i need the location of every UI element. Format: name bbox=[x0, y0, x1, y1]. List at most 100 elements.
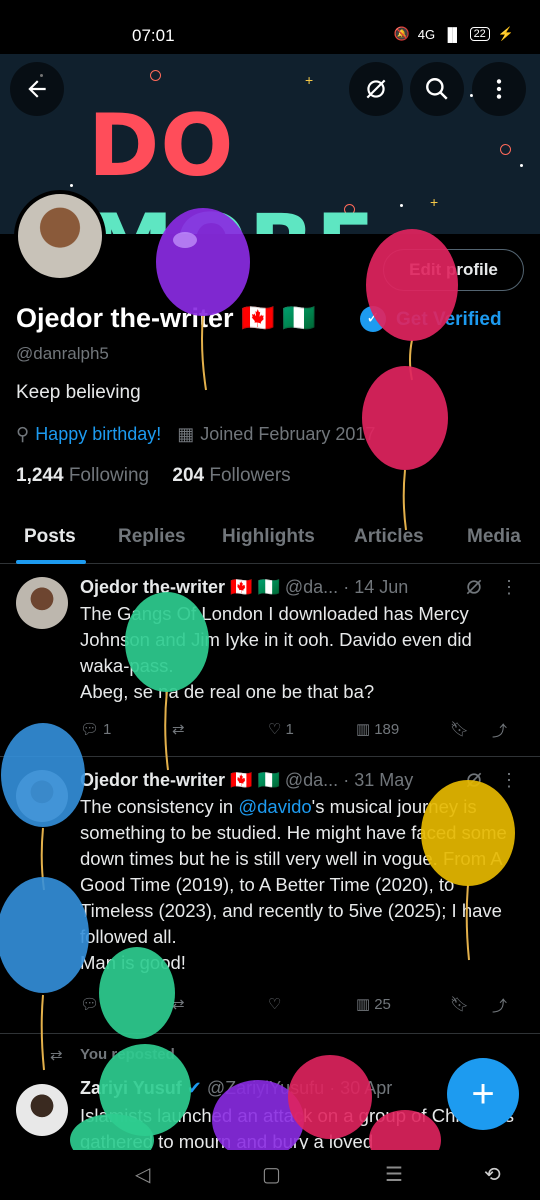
tab-articles[interactable]: Articles bbox=[354, 526, 424, 548]
post-text: The Gangs Of London I downloaded has Mer… bbox=[80, 603, 472, 702]
following-count: 1,244 bbox=[16, 465, 64, 486]
reply-button[interactable]: 💬︎ 1 bbox=[80, 720, 111, 739]
bookmark-button[interactable]: 🔖︎ bbox=[450, 995, 469, 1013]
profile-flags: 🇨🇦 🇳🇬 bbox=[241, 303, 316, 333]
following-link[interactable]: 1,244 Following bbox=[16, 465, 149, 486]
post-card[interactable]: Ojedor the-writer 🇨🇦 🇳🇬 @da... · 14 Jun … bbox=[0, 565, 540, 757]
grok-icon[interactable] bbox=[464, 577, 484, 597]
post-actions: 💬︎ 1 ⇄ ♡ 1 ▥ 189 🔖︎ ⤴ bbox=[80, 720, 520, 744]
post-author-flags: 🇨🇦 🇳🇬 bbox=[230, 577, 280, 597]
profile-name: Ojedor the-writer 🇨🇦 🇳🇬 bbox=[16, 302, 316, 334]
views-button[interactable]: ▥ 25 bbox=[356, 995, 391, 1014]
tab-highlights[interactable]: Highlights bbox=[222, 526, 315, 548]
followers-link[interactable]: 204 Followers bbox=[172, 465, 290, 486]
share-icon: ⤴ bbox=[492, 723, 508, 740]
more-vertical-icon bbox=[496, 79, 502, 99]
views-icon: ▥ bbox=[356, 721, 371, 738]
share-button[interactable]: ⤴ bbox=[492, 995, 507, 1016]
verified-badge-icon: ✓ bbox=[360, 306, 386, 332]
like-count: 1 bbox=[285, 720, 294, 738]
nav-menu-icon[interactable]: ☰ bbox=[385, 1162, 403, 1187]
post-header: Ojedor the-writer 🇨🇦 🇳🇬 @da... · 31 May bbox=[80, 770, 413, 791]
grok-icon[interactable] bbox=[464, 770, 484, 790]
following-label: Following bbox=[68, 465, 150, 486]
profile-meta: ⚲ Happy birthday! ▦ Joined February 2017 bbox=[16, 424, 375, 445]
banner-title-more: MORE bbox=[88, 196, 376, 234]
post-avatar[interactable] bbox=[16, 577, 68, 629]
get-verified-link[interactable]: Get Verified bbox=[396, 309, 502, 331]
post-text-after: 's musical journey is something to be st… bbox=[80, 796, 507, 973]
tab-posts[interactable]: Posts bbox=[24, 526, 76, 548]
post-handle: @da... bbox=[284, 770, 339, 790]
profile-bio: Keep believing bbox=[16, 382, 141, 403]
rotate-icon[interactable]: ⟲ bbox=[484, 1162, 501, 1187]
tab-media[interactable]: Media bbox=[467, 526, 521, 548]
like-button[interactable]: ♡ 1 bbox=[268, 720, 294, 739]
post-date: · 30 Apr bbox=[329, 1078, 393, 1098]
signal-icon: ▐▌ bbox=[443, 26, 462, 42]
system-nav-bar: ◁ ▢ ☰ ⟲ bbox=[0, 1150, 540, 1200]
follow-stats: 1,244 Following 204 Followers bbox=[16, 465, 291, 487]
status-icons: 🔕 4G ▐▌ 22 ⚡ bbox=[394, 26, 514, 42]
network-label: 4G bbox=[417, 26, 436, 42]
bookmark-button[interactable]: 🔖︎ bbox=[450, 720, 469, 738]
mention-link[interactable]: @davido bbox=[238, 796, 311, 817]
post-text-before: The consistency in bbox=[80, 796, 239, 817]
profile-tabs: Posts Replies Highlights Articles Media bbox=[0, 520, 540, 564]
post-avatar[interactable] bbox=[16, 770, 68, 822]
profile-handle: @danralph5 bbox=[16, 344, 109, 363]
tab-replies[interactable]: Replies bbox=[118, 526, 186, 548]
post-card[interactable]: Ojedor the-writer 🇨🇦 🇳🇬 @da... · 31 May … bbox=[0, 758, 540, 1034]
profile-name-text: Ojedor the-writer bbox=[16, 303, 234, 333]
active-tab-indicator bbox=[16, 560, 86, 564]
post-more-icon[interactable]: ⋮ bbox=[500, 770, 518, 791]
balloon-red bbox=[362, 366, 448, 531]
profile-avatar[interactable] bbox=[14, 190, 106, 282]
search-button[interactable] bbox=[410, 62, 464, 116]
nav-home-icon[interactable]: ▢ bbox=[262, 1162, 281, 1187]
views-button[interactable]: ▥ 189 bbox=[356, 720, 400, 739]
post-author[interactable]: Ojedor the-writer bbox=[80, 577, 225, 597]
like-button[interactable]: ♡ bbox=[268, 995, 285, 1013]
banner-plus: + bbox=[305, 72, 314, 88]
profile-joined: Joined February 2017 bbox=[200, 424, 376, 444]
view-count: 189 bbox=[374, 720, 400, 738]
status-time: 07:01 bbox=[132, 26, 175, 45]
post-date: · 14 Jun bbox=[343, 577, 409, 597]
more-options-button[interactable] bbox=[472, 62, 526, 116]
heart-icon: ♡ bbox=[268, 721, 282, 738]
reply-button[interactable]: 💬︎ bbox=[80, 995, 103, 1013]
compose-post-button[interactable]: + bbox=[447, 1058, 519, 1130]
post-author[interactable]: Zariyi Yusuf bbox=[80, 1078, 182, 1098]
post-handle: @da... bbox=[284, 577, 339, 597]
followers-label: Followers bbox=[209, 465, 291, 486]
followers-count: 204 bbox=[172, 465, 205, 486]
view-count: 25 bbox=[374, 995, 391, 1013]
profile-location[interactable]: Happy birthday! bbox=[35, 424, 161, 445]
status-bar: 07:01 🔕 4G ▐▌ 22 ⚡ bbox=[0, 0, 540, 54]
post-author[interactable]: Ojedor the-writer bbox=[80, 770, 225, 790]
location-icon: ⚲ bbox=[16, 424, 30, 444]
post-date: · 31 May bbox=[343, 770, 414, 790]
post-avatar[interactable] bbox=[16, 1084, 68, 1136]
grok-button[interactable] bbox=[349, 62, 403, 116]
repost-button[interactable]: ⇄ bbox=[172, 720, 185, 738]
nav-back-icon[interactable]: ◁ bbox=[135, 1162, 150, 1187]
repost-label: You reposted bbox=[80, 1046, 175, 1063]
balloon-purple bbox=[156, 208, 250, 391]
search-icon bbox=[426, 78, 448, 100]
back-button[interactable] bbox=[10, 62, 64, 116]
banner-ring bbox=[150, 70, 161, 81]
edit-profile-button[interactable]: Edit profile bbox=[383, 249, 524, 291]
heart-icon: ♡ bbox=[268, 996, 282, 1013]
bookmark-icon: 🔖︎ bbox=[450, 721, 470, 738]
bookmark-icon: 🔖︎ bbox=[450, 996, 470, 1013]
post-more-icon[interactable]: ⋮ bbox=[500, 577, 518, 598]
charging-icon: ⚡ bbox=[497, 26, 514, 41]
repost-icon: ⇄ bbox=[172, 996, 185, 1013]
grok-icon bbox=[366, 79, 386, 99]
repost-button[interactable]: ⇄ bbox=[172, 995, 185, 1013]
share-button[interactable]: ⤴ bbox=[492, 720, 507, 741]
repost-icon: ⇄ bbox=[172, 721, 185, 738]
post-handle: @ZariyiYusufu bbox=[206, 1078, 325, 1098]
